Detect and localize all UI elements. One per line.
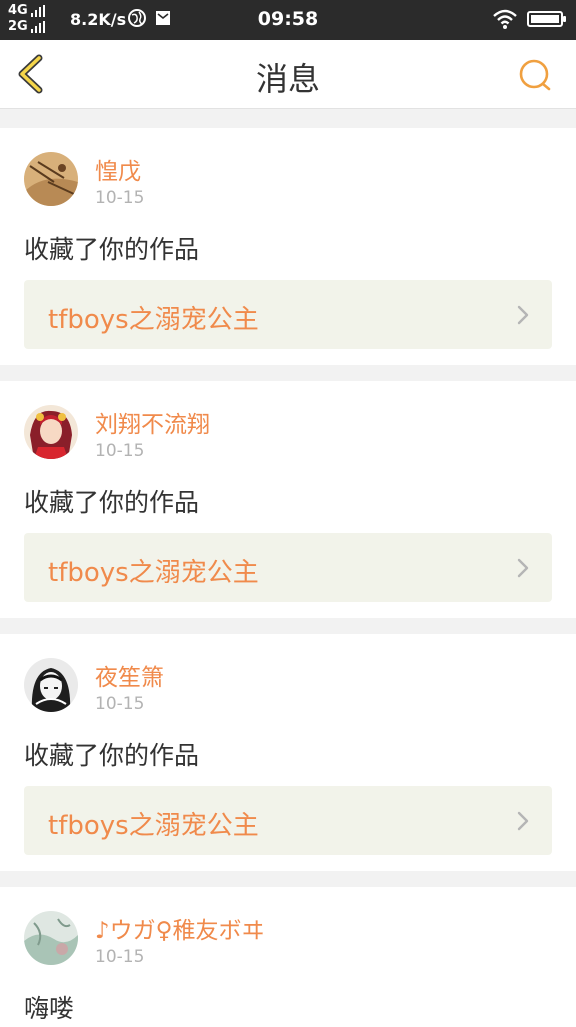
work-title: tfboys之溺宠公主	[48, 558, 259, 588]
message-date: 10-15	[95, 694, 145, 714]
message-date: 10-15	[95, 947, 145, 967]
page-title: 消息	[255, 60, 320, 98]
message-text: 嗨喽	[24, 994, 75, 1023]
work-link[interactable]: tfboys之溺宠公主	[24, 280, 552, 349]
work-link[interactable]: tfboys之溺宠公主	[24, 786, 552, 855]
avatar[interactable]	[24, 658, 78, 712]
message-card: 惶戊 10-15 收藏了你的作品 tfboys之溺宠公主	[0, 128, 576, 365]
avatar[interactable]	[24, 911, 78, 965]
message-card: 夜笙箫 10-15 收藏了你的作品 tfboys之溺宠公主	[0, 634, 576, 871]
user-name[interactable]: 惶戊	[95, 152, 141, 186]
chevron-right-icon	[517, 305, 529, 325]
wifi-icon	[493, 9, 517, 29]
status-bar: 4G 2G 8.2K/s 09:58	[0, 0, 576, 40]
message-date: 10-15	[95, 441, 145, 461]
message-list: 惶戊 10-15 收藏了你的作品 tfboys之溺宠公主 刘翔不流翔 10-15…	[0, 109, 576, 1027]
work-title: tfboys之溺宠公主	[48, 811, 259, 841]
battery-icon	[527, 11, 566, 27]
avatar[interactable]	[24, 405, 78, 459]
user-name[interactable]: 刘翔不流翔	[95, 405, 210, 439]
search-icon[interactable]	[516, 56, 554, 94]
message-text: 收藏了你的作品	[24, 741, 200, 770]
user-name[interactable]: 夜笙箫	[95, 658, 164, 692]
user-name[interactable]: ♪ウガ♀稚友ボヰ	[95, 911, 265, 945]
work-title: tfboys之溺宠公主	[48, 305, 259, 335]
message-text: 收藏了你的作品	[24, 235, 200, 264]
chevron-right-icon	[517, 811, 529, 831]
clock: 09:58	[257, 8, 319, 30]
nav-bar: 消息	[0, 40, 576, 109]
work-link[interactable]: tfboys之溺宠公主	[24, 533, 552, 602]
message-card: ♪ウガ♀稚友ボヰ 10-15 嗨喽	[0, 887, 576, 1027]
message-card: 刘翔不流翔 10-15 收藏了你的作品 tfboys之溺宠公主	[0, 381, 576, 618]
message-date: 10-15	[95, 188, 145, 208]
chevron-right-icon	[517, 558, 529, 578]
message-text: 收藏了你的作品	[24, 488, 200, 517]
avatar[interactable]	[24, 152, 78, 206]
